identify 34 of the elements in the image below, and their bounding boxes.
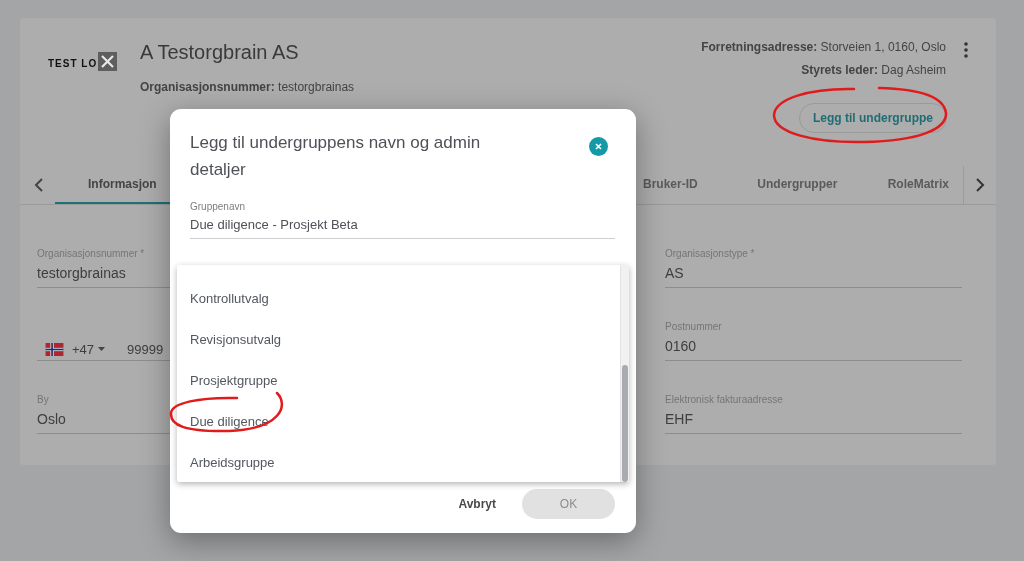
tab[interactable]: Informasjon [88, 177, 157, 191]
dropdown-option[interactable]: Due diligence [190, 414, 269, 429]
dropdown-option[interactable]: Prosjektgruppe [190, 373, 278, 388]
close-button[interactable] [589, 137, 608, 156]
chevron-left-icon[interactable] [33, 178, 44, 192]
dropdown-option[interactable]: Revisjonsutvalg [190, 332, 282, 347]
company-title: A Testorgbrain AS [140, 40, 300, 64]
dropdown-option[interactable]: Kontrollutvalg [190, 291, 269, 306]
flag-icon [45, 342, 64, 356]
group-name-field[interactable]: Due diligence - Prosjekt Beta [190, 217, 615, 232]
country-code[interactable]: +47 [72, 341, 95, 357]
field-value: 0160 [665, 338, 697, 354]
scrollbar[interactable] [620, 265, 629, 482]
dropdown-option[interactable]: Arbeidsgruppe [190, 455, 275, 470]
chevron-right-icon[interactable] [975, 178, 986, 192]
field-value: EHF [665, 411, 693, 427]
more-menu-icon[interactable] [964, 42, 968, 58]
board-chair-text: Styrets leder: Dag Asheim [801, 63, 946, 77]
caret-icon[interactable] [98, 347, 106, 351]
field-label: By [37, 394, 49, 405]
cancel-button[interactable]: Avbryt [458, 497, 496, 511]
org-number-text: Organisasjonsnummer: testorgbrainas [140, 80, 355, 94]
field-label: Gruppenavn [190, 201, 247, 212]
field-value: AS [665, 265, 684, 281]
field-label: Postnummer [665, 321, 722, 332]
logo-text: TEST LO [48, 58, 98, 69]
address-text: Forretningsadresse: Storveien 1, 0160, Oslo [701, 40, 946, 54]
close-icon [595, 143, 602, 150]
broken-image-icon [98, 52, 117, 71]
dialog-title: Legg til undergruppens navn og admin detaljer [190, 132, 482, 181]
phone-number: 99999 [127, 341, 164, 357]
field-value: testorgbrainas [37, 265, 126, 281]
field-label: Organisasjonsnummer * [37, 248, 145, 259]
field-value: Oslo [37, 411, 66, 427]
